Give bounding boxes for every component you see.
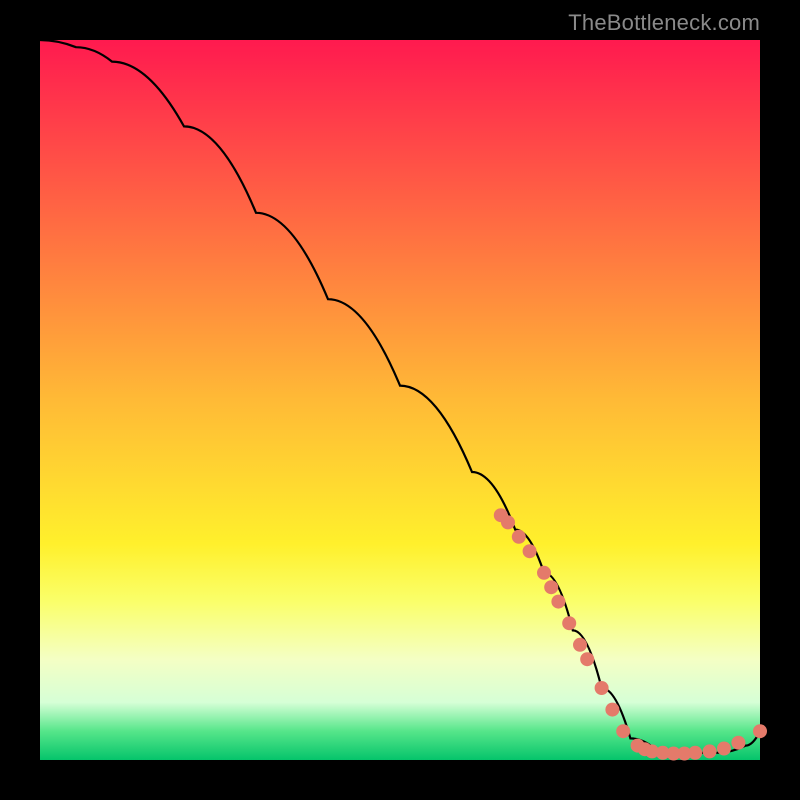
curve-marker: [562, 616, 576, 630]
curve-marker: [523, 544, 537, 558]
curve-markers: [494, 508, 767, 760]
curve-marker: [717, 742, 731, 756]
bottleneck-curve: [40, 40, 760, 753]
curve-marker: [595, 681, 609, 695]
curve-layer: [40, 40, 760, 760]
curve-marker: [537, 566, 551, 580]
plot-area: [40, 40, 760, 760]
curve-marker: [605, 703, 619, 717]
curve-marker: [731, 736, 745, 750]
curve-marker: [580, 652, 594, 666]
curve-marker: [573, 638, 587, 652]
curve-marker: [551, 595, 565, 609]
curve-marker: [703, 744, 717, 758]
curve-marker: [501, 515, 515, 529]
curve-marker: [753, 724, 767, 738]
curve-marker: [616, 724, 630, 738]
watermark-text: TheBottleneck.com: [568, 10, 760, 36]
curve-marker: [512, 530, 526, 544]
chart-frame: TheBottleneck.com: [0, 0, 800, 800]
curve-marker: [544, 580, 558, 594]
curve-marker: [688, 746, 702, 760]
